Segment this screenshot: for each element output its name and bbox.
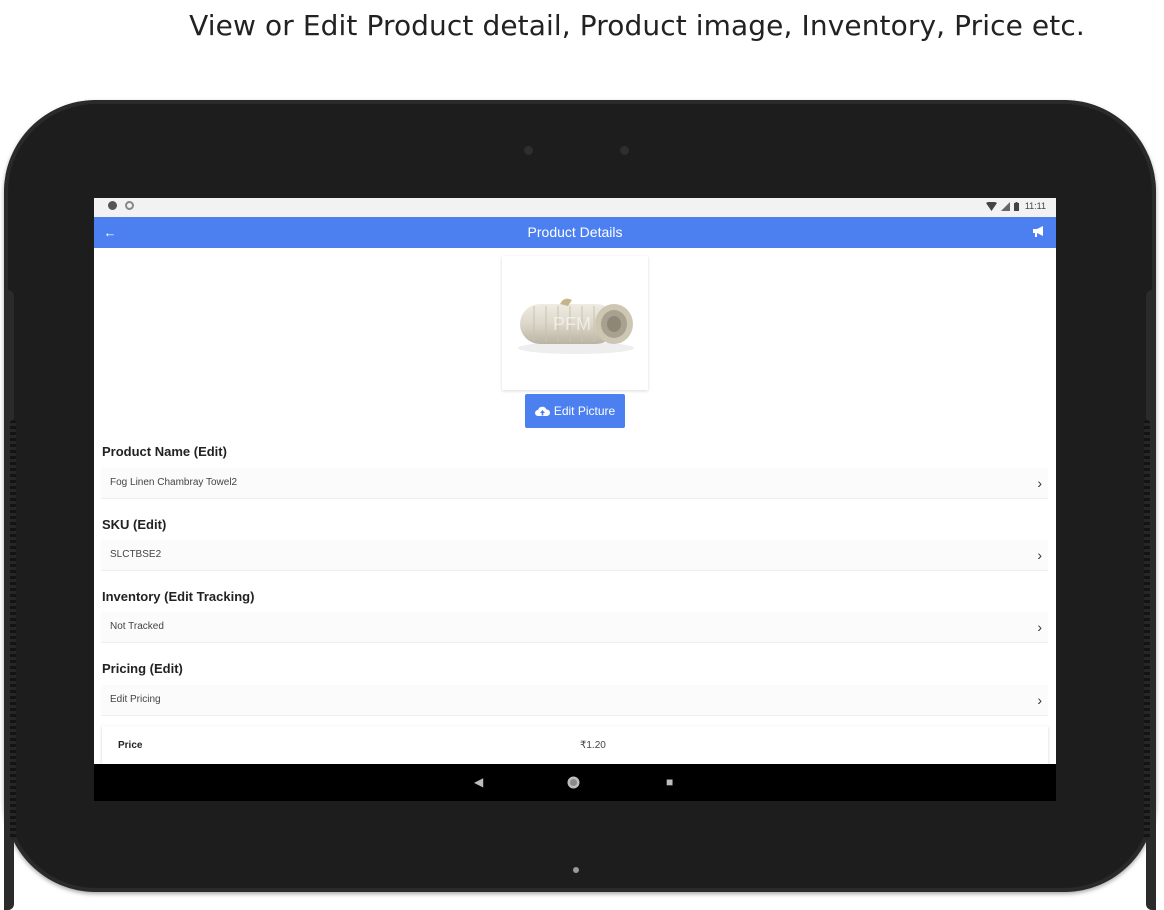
wifi-icon [985,201,997,211]
front-camera-left [524,146,533,155]
front-camera-right [620,146,629,155]
app-bar: ← Product Details [94,217,1056,248]
nav-home-icon[interactable] [567,764,580,801]
chevron-right-icon: › [1037,475,1042,491]
status-bar: 11:11 [94,198,1056,217]
nav-recents-icon[interactable]: ■ [666,764,673,801]
pricing-row[interactable]: Edit Pricing › [101,685,1048,716]
nav-back-icon[interactable]: ◀ [474,764,483,801]
page-title: Product Details [527,224,623,240]
cloud-upload-icon [534,406,550,416]
chevron-right-icon: › [1037,692,1042,708]
inventory-row[interactable]: Not Tracked › [101,612,1048,643]
sku-label: SKU (Edit) [102,517,167,532]
price-amount: ₹1.20 [580,740,606,751]
chevron-right-icon: › [1037,547,1042,563]
status-time: 11:11 [1024,201,1046,211]
speaker-left [10,420,16,840]
sku-row[interactable]: SLCTBSE2 › [101,540,1048,571]
status-bar-right-icons: 11:11 [985,201,1046,211]
pricing-label: Pricing (Edit) [102,661,183,676]
price-label: Price [118,740,143,751]
signal-icon [1000,201,1010,211]
settings-icon [108,201,117,210]
sync-icon [125,201,134,210]
inventory-value: Not Tracked [110,621,164,632]
product-name-value: Fog Linen Chambray Towel2 [110,477,238,488]
system-nav-bar: ◀ ■ [94,764,1056,801]
home-indicator-dot [573,867,579,873]
towel-roll-image: PFM [518,298,634,354]
battery-icon [1013,201,1019,211]
edit-picture-label: Edit Picture [553,404,616,418]
image-watermark: PFM [553,314,591,334]
product-name-label: Product Name (Edit) [102,444,227,459]
speaker-right [1144,420,1150,840]
product-image[interactable]: PFM [502,256,648,390]
device-screen: 11:11 ← Product Details PFM Edit Picture… [94,198,1056,801]
caption: View or Edit Product detail, Product ima… [189,9,1085,42]
product-name-row[interactable]: Fog Linen Chambray Towel2 › [101,468,1048,499]
megaphone-icon[interactable] [1028,217,1048,248]
pricing-value: Edit Pricing [110,694,161,705]
chevron-right-icon: › [1037,619,1042,635]
edit-picture-button[interactable]: Edit Picture [525,394,625,428]
sku-value: SLCTBSE2 [110,549,162,560]
inventory-label: Inventory (Edit Tracking) [102,589,255,604]
status-bar-left-icons [108,201,134,210]
